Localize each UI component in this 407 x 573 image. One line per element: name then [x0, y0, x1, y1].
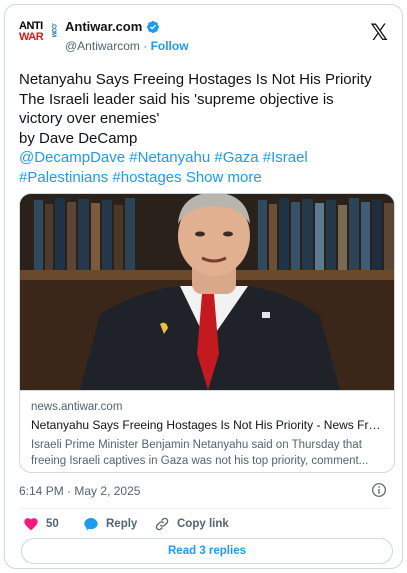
tweet-text: Netanyahu Says Freeing Hostages Is Not H…: [19, 70, 399, 187]
like-count: 50: [46, 518, 59, 530]
link-preview-info[interactable]: news.antiwar.com Netanyahu Says Freeing …: [20, 390, 394, 472]
link-title: Netanyahu Says Freeing Hostages Is Not H…: [31, 418, 385, 432]
hashtag-link[interactable]: #Palestinians: [19, 169, 108, 186]
show-more-link[interactable]: Show more: [186, 169, 262, 186]
speaker-photo: [20, 194, 394, 390]
tweet-line-3: victory over enemies': [19, 110, 160, 127]
tweet-line-1: Netanyahu Says Freeing Hostages Is Not H…: [19, 71, 372, 88]
hashtag-link[interactable]: #Netanyahu: [129, 149, 210, 166]
link-preview-image[interactable]: [20, 194, 394, 390]
link-preview-card[interactable]: news.antiwar.com Netanyahu Says Freeing …: [19, 193, 395, 473]
tweet-timestamp[interactable]: 6:14 PM · May 2, 2025: [19, 484, 140, 498]
account-handle[interactable]: @Antiwarcom: [65, 39, 140, 53]
info-icon[interactable]: [371, 482, 387, 498]
x-logo-icon[interactable]: 𝕏: [370, 21, 388, 46]
link-desc-line-1: Israeli Prime Minister Benjamin Netanyah…: [31, 439, 362, 451]
reply-button[interactable]: Reply: [83, 516, 137, 532]
read-replies-label: Read 3 replies: [168, 545, 246, 557]
tweet-line-4: by Dave DeCamp: [19, 129, 138, 147]
tweet-embed-card: ANTI WAR .COM Antiwar.com @Antiwarcom · …: [4, 4, 403, 569]
divider: [19, 508, 390, 509]
hashtag-link[interactable]: #Israel: [263, 149, 308, 166]
link-domain: news.antiwar.com: [31, 401, 123, 413]
account-name[interactable]: Antiwar.com: [65, 19, 142, 34]
reply-bubble-icon: [84, 518, 98, 531]
read-replies-button[interactable]: Read 3 replies: [21, 538, 393, 564]
copy-link-button[interactable]: Copy link: [154, 516, 229, 532]
account-name-row: Antiwar.com: [65, 19, 160, 34]
verified-badge-icon: [147, 20, 160, 33]
meta-separator: ·: [67, 484, 72, 498]
tweet-tags-line-2: #Palestinians #hostages Show more: [19, 168, 399, 188]
link-description: Israeli Prime Minister Benjamin Netanyah…: [31, 437, 385, 469]
handle-row: @Antiwarcom · Follow: [65, 39, 189, 53]
heart-icon: [24, 518, 38, 531]
link-desc-line-2: freeing Israeli captives in Gaza was not…: [31, 455, 369, 467]
tweet-header: ANTI WAR .COM Antiwar.com @Antiwarcom · …: [19, 17, 390, 57]
hashtag-link[interactable]: #Gaza: [214, 149, 258, 166]
tweet-time: 6:14 PM: [19, 484, 64, 498]
tweet-tags-line-1: @DecampDave #Netanyahu #Gaza #Israel: [19, 148, 399, 168]
copy-link-label: Copy link: [177, 518, 229, 530]
follow-button[interactable]: Follow: [151, 39, 189, 53]
handle-separator: ·: [143, 39, 148, 53]
link-icon: [155, 517, 169, 531]
logo-com: .COM: [50, 23, 56, 37]
mention-link[interactable]: @DecampDave: [19, 149, 125, 166]
hashtag-link[interactable]: #hostages: [112, 169, 181, 186]
tweet-date: May 2, 2025: [74, 484, 141, 498]
tweet-line-2: The Israeli leader said his 'supreme obj…: [19, 90, 334, 108]
reply-label: Reply: [106, 518, 138, 530]
like-button[interactable]: 50: [23, 516, 59, 532]
account-avatar-logo[interactable]: ANTI WAR .COM: [19, 21, 57, 51]
